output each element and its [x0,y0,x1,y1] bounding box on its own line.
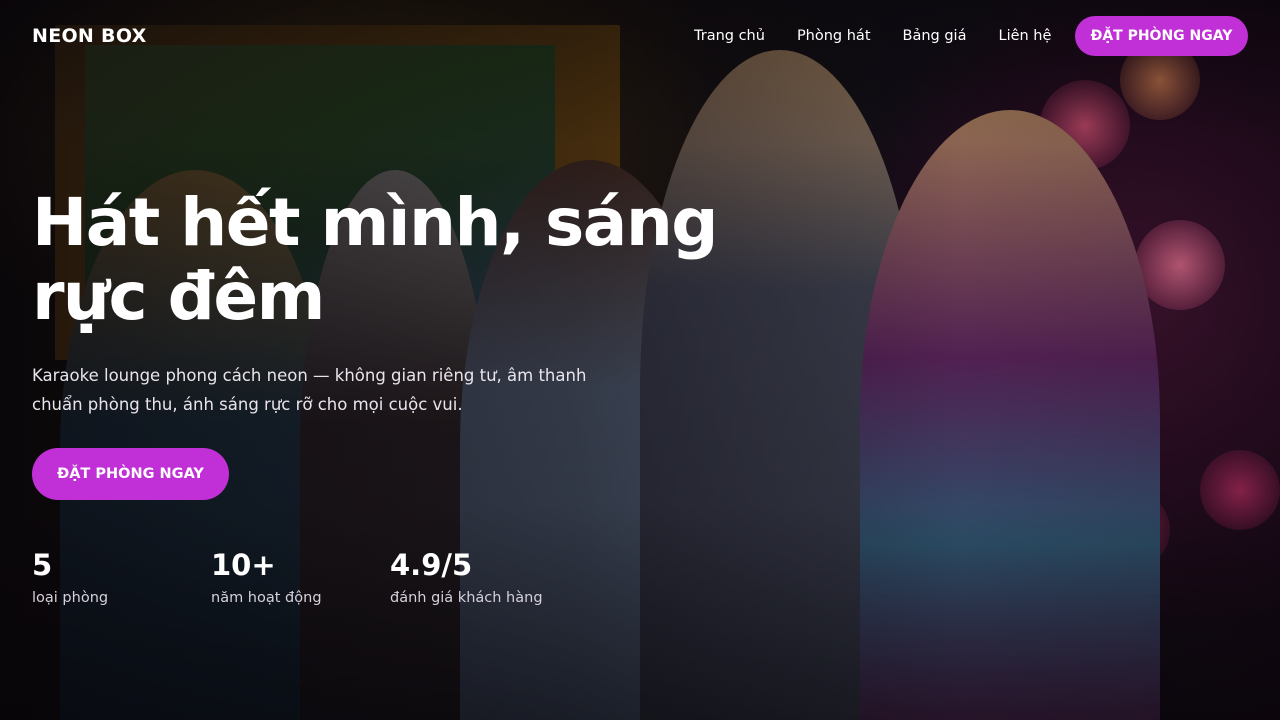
stat-customer-rating: 4.9/5 đánh giá khách hàng [390,546,569,606]
stat-value: 10+ [211,548,276,582]
hero-headline-line2: rực đêm [32,258,325,335]
hero-subtitle-line2: chuẩn phòng thu, ánh sáng rực rỡ cho mọi… [32,395,463,414]
stats-row: 5 loại phòng 10+ năm hoạt động 4.9/5 đán… [32,546,569,606]
hero-headline: Hát hết mình, sáng rực đêm [32,186,752,334]
hero-subtitle: Karaoke lounge phong cách neon — không g… [32,361,632,419]
stat-label: đánh giá khách hàng [390,590,543,606]
header-book-now-button[interactable]: ĐẶT PHÒNG NGAY [1075,16,1248,56]
nav-item-pricing[interactable]: Bảng giá [903,28,967,44]
main-nav: Trang chủ Phòng hát Bảng giá Liên hệ [694,16,1051,56]
stat-years-active: 10+ năm hoạt động [211,546,390,606]
hero-book-now-button[interactable]: ĐẶT PHÒNG NGAY [32,448,229,500]
stat-label: loại phòng [32,590,109,606]
stat-label: năm hoạt động [211,590,322,606]
stat-value: 4.9/5 [390,548,473,582]
brand-logo[interactable]: NEON BOX [32,25,147,47]
stat-room-types: 5 loại phòng [32,546,211,606]
nav-item-rooms[interactable]: Phòng hát [797,28,871,44]
dark-overlay [0,0,1280,720]
stat-value: 5 [32,548,53,582]
nav-item-contact[interactable]: Liên hệ [998,28,1051,44]
hero-headline-line1: Hát hết mình, sáng [32,184,719,261]
nav-item-home[interactable]: Trang chủ [694,28,765,44]
hero-background-photo [0,0,1280,720]
hero-subtitle-line1: Karaoke lounge phong cách neon — không g… [32,366,587,385]
